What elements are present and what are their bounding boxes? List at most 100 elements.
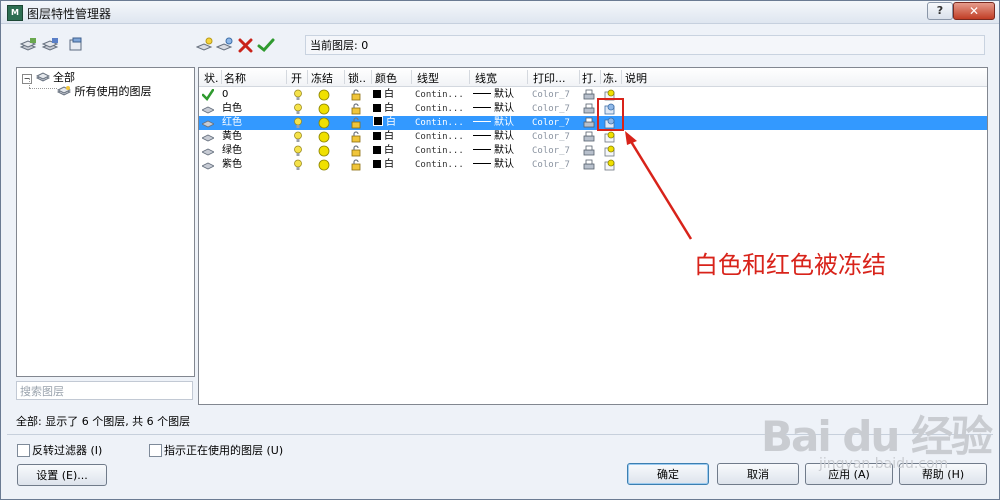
layer-name[interactable]: 黄色 [222, 130, 242, 144]
layer-name[interactable]: 绿色 [222, 144, 242, 158]
layer-color[interactable]: 白 [373, 88, 394, 102]
col-header-status[interactable]: 状. [204, 70, 220, 86]
lightbulb-on-icon[interactable] [292, 103, 304, 115]
lightbulb-on-icon[interactable] [292, 159, 304, 171]
column-separator[interactable] [221, 70, 222, 84]
layer-linetype[interactable]: Contin... [415, 130, 464, 144]
lightbulb-on-icon[interactable] [292, 117, 304, 129]
sun-thaw-icon[interactable] [318, 159, 330, 171]
unlocked-padlock-icon[interactable] [350, 145, 362, 157]
layer-color[interactable]: 白 [373, 102, 394, 116]
col-header-plot[interactable]: 打. [582, 70, 598, 86]
unlocked-padlock-icon[interactable] [350, 89, 362, 101]
unlocked-padlock-icon[interactable] [350, 117, 362, 129]
settings-button[interactable]: 设置 (E)... [17, 464, 107, 486]
column-separator[interactable] [600, 70, 601, 84]
layer-row[interactable]: 白色 白 Contin... 默认 Color_7 [199, 102, 987, 116]
layer-lineweight[interactable]: 默认 [473, 102, 514, 116]
search-layers-input[interactable]: 搜索图层 [16, 381, 193, 400]
unlocked-padlock-icon[interactable] [350, 159, 362, 171]
column-separator[interactable] [286, 70, 287, 84]
invert-filter-checkbox[interactable] [17, 444, 30, 457]
layer-linetype[interactable]: Contin... [415, 88, 464, 102]
tree-node-all-used-layers[interactable]: 所有使用的图层 [56, 83, 152, 99]
layer-linetype[interactable]: Contin... [415, 102, 464, 116]
new-group-filter-icon[interactable] [41, 37, 59, 53]
layer-name[interactable]: 紫色 [222, 158, 242, 172]
sun-thaw-icon[interactable] [318, 89, 330, 101]
col-header-on[interactable]: 开 [291, 70, 302, 86]
cancel-button[interactable]: 取消 [717, 463, 799, 485]
column-separator[interactable] [579, 70, 580, 84]
col-header-color[interactable]: 颜色 [375, 70, 397, 86]
layer-linetype[interactable]: Contin... [415, 158, 464, 172]
help-title-button[interactable]: ? [927, 2, 953, 20]
new-property-filter-icon[interactable] [19, 37, 37, 53]
layer-name[interactable]: 0 [222, 88, 228, 102]
layer-row[interactable]: 黄色 白 Contin... 默认 Color_7 [199, 130, 987, 144]
lightbulb-on-icon[interactable] [292, 145, 304, 157]
layer-row[interactable]: 绿色 白 Contin... 默认 Color_7 [199, 144, 987, 158]
printer-icon[interactable] [583, 89, 595, 101]
layer-color[interactable]: 白 [373, 116, 396, 130]
col-header-plot-style[interactable]: 打印... [533, 70, 577, 86]
col-header-name[interactable]: 名称 [224, 70, 246, 86]
close-button[interactable]: ✕ [953, 2, 995, 20]
printer-icon[interactable] [583, 145, 595, 157]
layer-lineweight[interactable]: 默认 [473, 144, 514, 158]
layer-lineweight[interactable]: 默认 [473, 116, 514, 130]
tree-line [29, 88, 57, 90]
lightbulb-on-icon[interactable] [292, 89, 304, 101]
new-layer-frozen-icon[interactable] [215, 37, 234, 53]
unlocked-padlock-icon[interactable] [350, 103, 362, 115]
column-separator[interactable] [371, 70, 372, 84]
layer-row[interactable]: 红色 白 Contin... 默认 Color_7 [199, 116, 987, 130]
layer-properties-manager-window: M 图层特性管理器 ? ✕ 当前图层: 0 − 全部 所有使用的图层 搜索图层 … [0, 0, 1000, 500]
printer-icon[interactable] [583, 131, 595, 143]
column-separator[interactable] [469, 70, 470, 84]
color-swatch [373, 116, 383, 126]
column-separator[interactable] [411, 70, 412, 84]
layer-row[interactable]: 紫色 白 Contin... 默认 Color_7 [199, 158, 987, 172]
delete-layer-icon[interactable] [237, 37, 255, 53]
color-swatch [373, 132, 381, 140]
sun-thaw-icon[interactable] [318, 131, 330, 143]
layer-lineweight[interactable]: 默认 [473, 88, 514, 102]
ok-button[interactable]: 确定 [627, 463, 709, 485]
col-header-description[interactable]: 说明 [625, 70, 647, 86]
color-swatch [373, 104, 381, 112]
column-separator[interactable] [527, 70, 528, 84]
col-header-lineweight[interactable]: 线宽 [475, 70, 497, 86]
lineweight-value: 默认 [494, 145, 514, 156]
layer-lineweight[interactable]: 默认 [473, 130, 514, 144]
layer-color[interactable]: 白 [373, 144, 394, 158]
column-separator[interactable] [621, 70, 622, 84]
layer-color[interactable]: 白 [373, 130, 394, 144]
lightbulb-on-icon[interactable] [292, 131, 304, 143]
layer-lineweight[interactable]: 默认 [473, 158, 514, 172]
lineweight-sample [473, 107, 491, 108]
printer-icon[interactable] [583, 159, 595, 171]
col-header-linetype[interactable]: 线型 [417, 70, 439, 86]
layer-name[interactable]: 白色 [222, 102, 242, 116]
col-header-freeze[interactable]: 冻结 [311, 70, 333, 86]
layer-linetype[interactable]: Contin... [415, 116, 464, 130]
sun-thaw-icon[interactable] [318, 103, 330, 115]
layer-states-manager-icon[interactable] [67, 37, 85, 53]
layer-row[interactable]: 0 白 Contin... 默认 Color_7 [199, 88, 987, 102]
unlocked-padlock-icon[interactable] [350, 131, 362, 143]
new-layer-icon[interactable] [195, 37, 214, 53]
col-header-lock[interactable]: 锁.. [348, 70, 370, 86]
sun-thaw-icon[interactable] [318, 145, 330, 157]
printer-icon[interactable] [583, 117, 595, 129]
layer-name[interactable]: 红色 [222, 116, 242, 130]
column-separator[interactable] [344, 70, 345, 84]
layer-color[interactable]: 白 [373, 158, 394, 172]
column-separator[interactable] [307, 70, 308, 84]
col-header-vp-freeze[interactable]: 冻. [603, 70, 619, 86]
indicate-in-use-checkbox[interactable] [149, 444, 162, 457]
sun-thaw-icon[interactable] [318, 117, 330, 129]
set-current-icon[interactable] [257, 37, 275, 53]
printer-icon[interactable] [583, 103, 595, 115]
layer-linetype[interactable]: Contin... [415, 144, 464, 158]
